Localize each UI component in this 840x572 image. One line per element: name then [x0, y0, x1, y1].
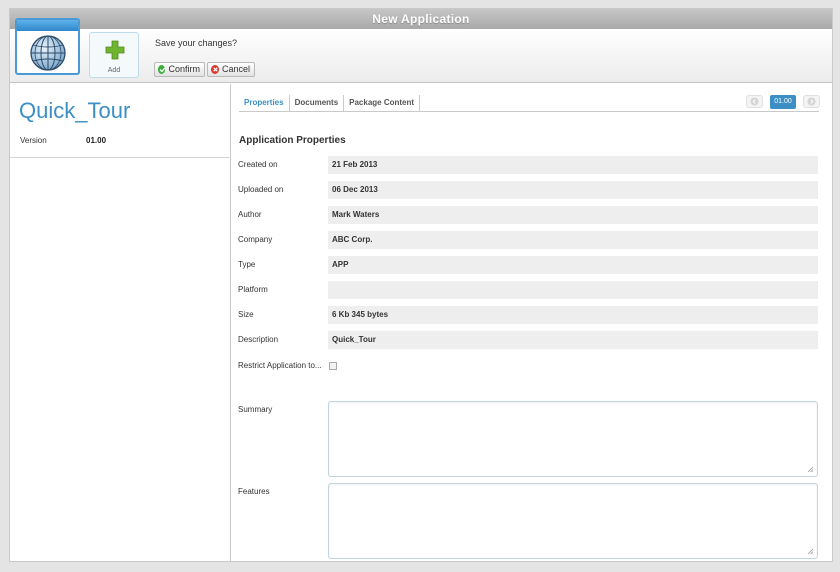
tab-bar: Properties Documents Package Content	[239, 94, 819, 112]
created-on-label: Created on	[238, 160, 278, 169]
pager-prev-button[interactable]	[746, 95, 763, 108]
summary-textarea[interactable]	[328, 401, 818, 477]
globe-icon	[30, 35, 66, 71]
created-on-value: 21 Feb 2013	[328, 156, 818, 174]
right-panel: Properties Documents Package Content 01.…	[232, 84, 832, 561]
restrict-checkbox[interactable]	[329, 362, 337, 370]
cancel-button[interactable]: Cancel	[207, 62, 255, 77]
pager-next-button[interactable]	[803, 95, 820, 108]
window-title: New Application	[10, 9, 832, 29]
type-label: Type	[238, 260, 256, 269]
app-window: New Application Add Save your changes? C…	[9, 8, 833, 562]
save-prompt: Save your changes?	[155, 38, 238, 48]
app-icon-tile[interactable]	[15, 18, 80, 75]
divider	[10, 157, 231, 158]
cancel-label: Cancel	[221, 64, 250, 74]
platform-value	[328, 281, 818, 299]
author-label: Author	[238, 210, 262, 219]
confirm-button[interactable]: Confirm	[154, 62, 205, 77]
resize-grip-icon	[807, 466, 814, 473]
description-label: Description	[238, 335, 279, 344]
tab-package-content[interactable]: Package Content	[344, 95, 421, 111]
arrow-left-icon	[750, 97, 759, 106]
resize-grip-icon	[807, 548, 814, 555]
confirm-label: Confirm	[168, 64, 200, 74]
check-icon	[158, 65, 166, 74]
platform-label: Platform	[238, 285, 268, 294]
plus-icon	[105, 40, 125, 60]
description-value: Quick_Tour	[328, 331, 818, 349]
version-value: 01.00	[86, 136, 107, 145]
size-value: 6 Kb 345 bytes	[328, 306, 818, 324]
tab-documents[interactable]: Documents	[290, 95, 345, 111]
add-button[interactable]: Add	[89, 32, 139, 78]
tab-properties[interactable]: Properties	[239, 95, 290, 111]
company-value: ABC Corp.	[328, 231, 818, 249]
type-value: APP	[328, 256, 818, 274]
close-icon	[211, 65, 219, 74]
uploaded-on-label: Uploaded on	[238, 185, 284, 194]
app-name: Quick_Tour	[19, 98, 131, 123]
uploaded-on-value: 06 Dec 2013	[328, 181, 818, 199]
version-label: Version	[20, 136, 47, 145]
restrict-label: Restrict Application to...	[238, 361, 322, 370]
add-label: Add	[107, 67, 121, 74]
arrow-right-icon	[807, 97, 816, 106]
summary-label: Summary	[238, 405, 273, 414]
toolbar: Add Save your changes? Confirm Cancel	[10, 18, 832, 83]
features-textarea[interactable]	[328, 483, 818, 559]
company-label: Company	[238, 235, 273, 244]
size-label: Size	[238, 310, 254, 319]
features-label: Features	[238, 487, 270, 496]
left-panel: Quick_Tour Version 01.00	[10, 84, 231, 561]
version-badge: 01.00	[770, 95, 796, 109]
section-title: Application Properties	[239, 135, 346, 146]
author-value: Mark Waters	[328, 206, 818, 224]
tile-header-bar	[17, 20, 78, 31]
